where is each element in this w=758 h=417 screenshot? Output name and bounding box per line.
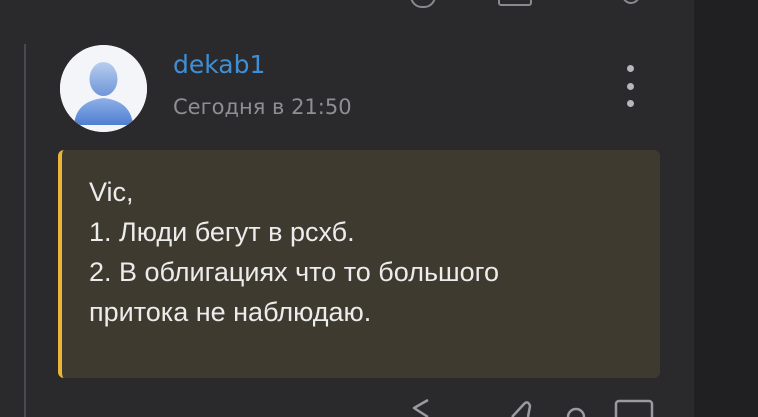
quote-line: 2. В облигациях что то большого bbox=[89, 257, 499, 287]
avatar[interactable] bbox=[60, 45, 147, 132]
more-vertical-icon[interactable] bbox=[616, 65, 644, 107]
quote-line: Vic, bbox=[89, 177, 134, 207]
reply-icon[interactable] bbox=[410, 0, 436, 8]
reply-icon[interactable] bbox=[412, 398, 429, 417]
comment-icon[interactable] bbox=[566, 399, 654, 417]
share-icon[interactable] bbox=[622, 0, 640, 4]
menu-dot bbox=[626, 82, 634, 90]
forum-post: dekab1 Сегодня в 21:50 Vic, 1. Люди бегу… bbox=[0, 0, 694, 417]
right-gutter bbox=[694, 0, 758, 417]
previous-post-actions bbox=[380, 0, 670, 8]
post-timestamp: Сегодня в 21:50 bbox=[173, 95, 352, 119]
default-user-avatar-icon bbox=[60, 45, 147, 132]
post-actions bbox=[390, 398, 670, 417]
menu-dot bbox=[626, 100, 634, 107]
thread-line bbox=[24, 44, 26, 417]
quote-block: Vic, 1. Люди бегут в рсхб. 2. В облигаци… bbox=[58, 150, 660, 378]
menu-dot bbox=[626, 65, 634, 72]
author-name[interactable]: dekab1 bbox=[173, 50, 265, 79]
quote-line: притока не наблюдаю. bbox=[89, 297, 372, 327]
quote-line: 1. Люди бегут в рсхб. bbox=[89, 217, 355, 247]
quote-icon[interactable] bbox=[498, 0, 532, 6]
like-icon[interactable] bbox=[511, 401, 532, 417]
